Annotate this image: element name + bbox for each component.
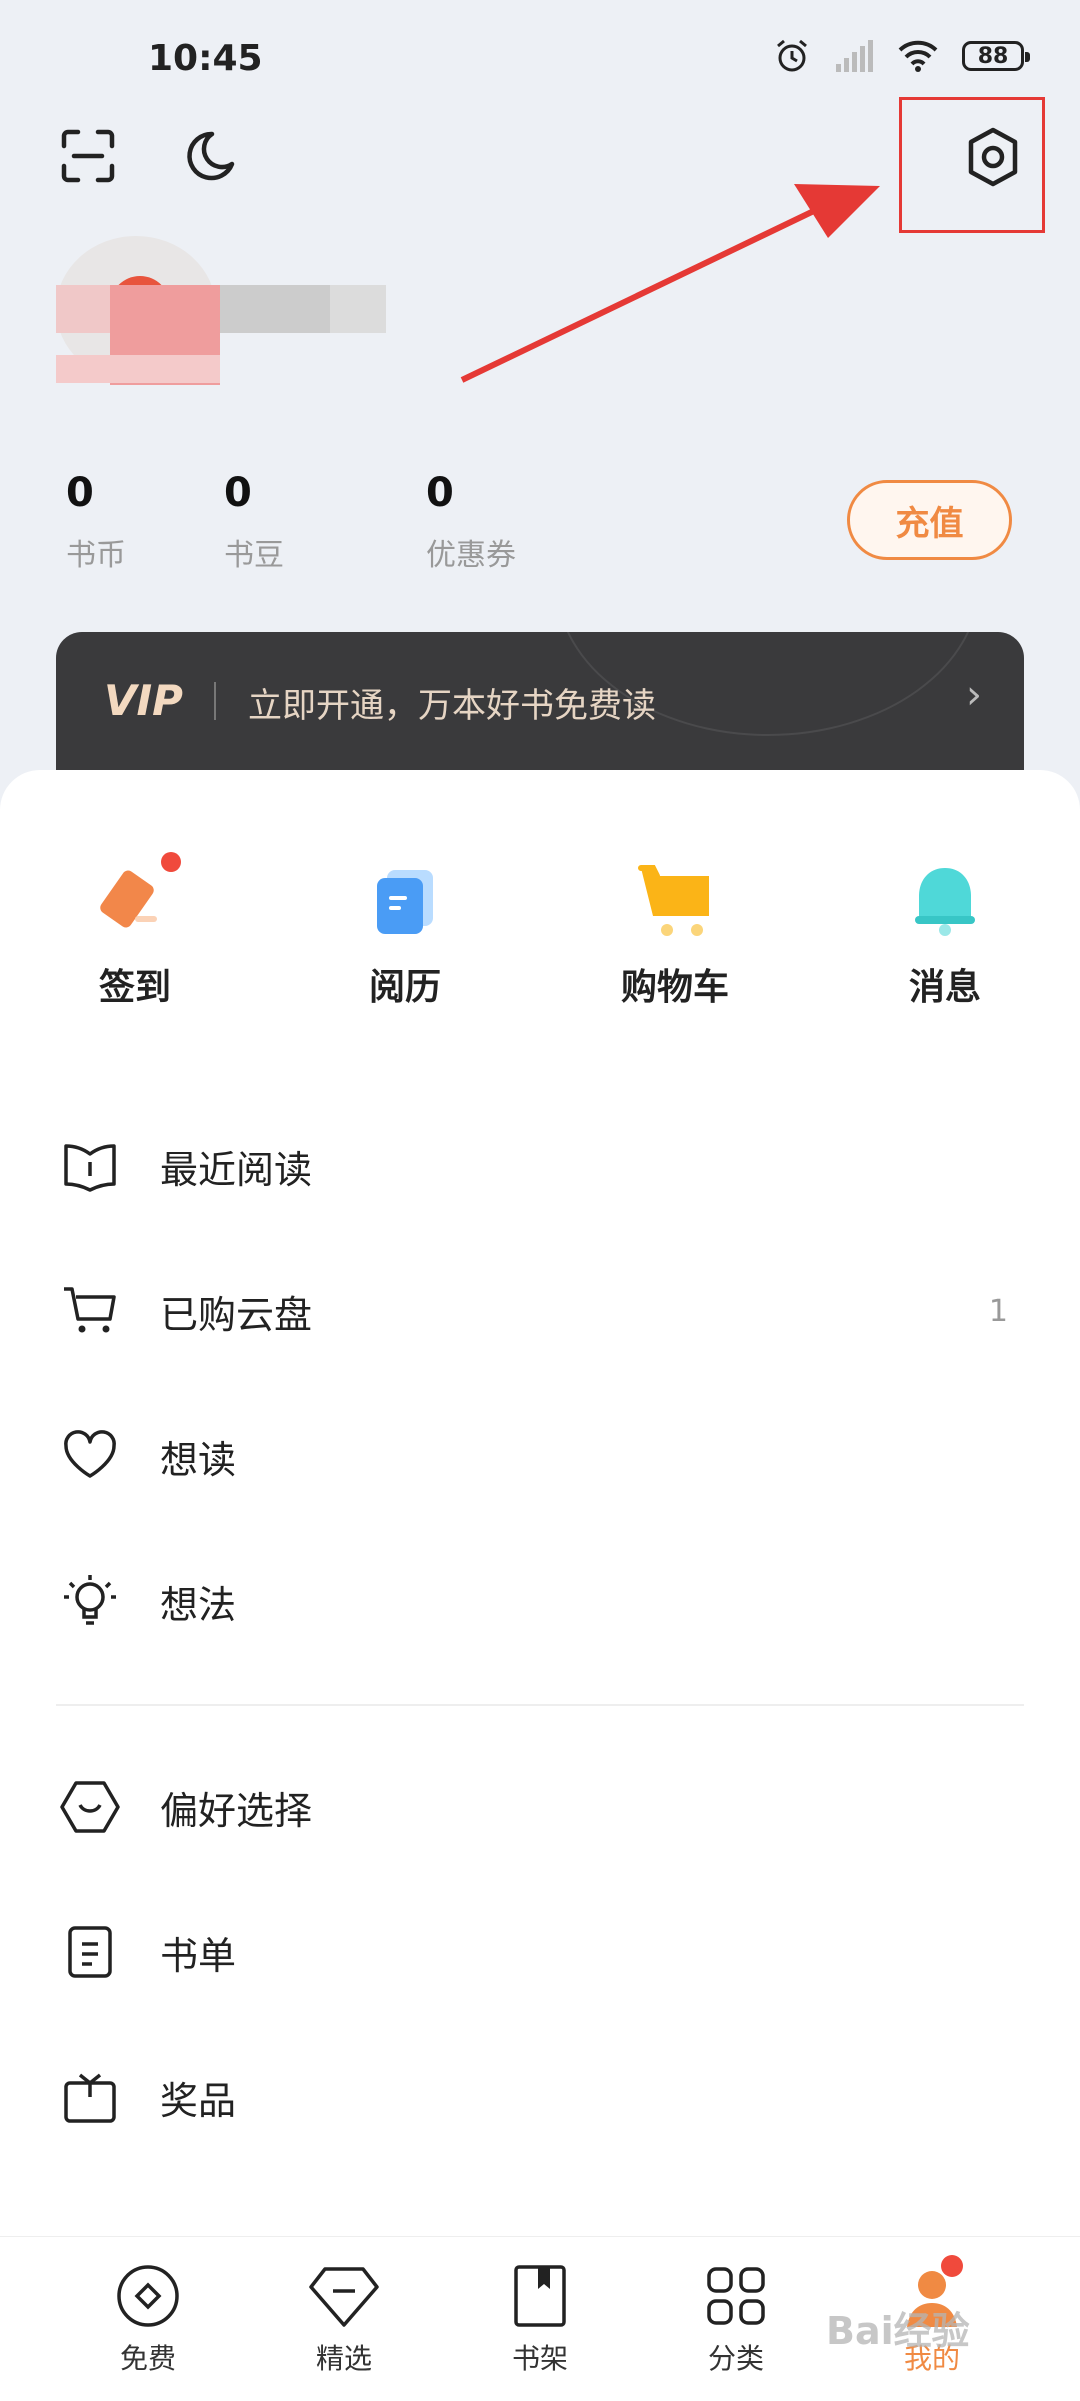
menu-divider	[56, 1704, 1024, 1706]
menu-item-label: 书单	[160, 1933, 237, 1978]
scan-button[interactable]	[56, 124, 120, 188]
wifi-icon	[898, 40, 938, 72]
night-mode-button[interactable]	[178, 124, 242, 188]
signal-icon	[836, 40, 873, 72]
gift-icon	[64, 2073, 116, 2123]
nav-free[interactable]: 免费	[68, 2261, 228, 2377]
vip-separator	[214, 682, 216, 720]
quick-action-label: 购物车	[620, 967, 729, 1008]
menu-item-recent-reading[interactable]: 最近阅读	[0, 1106, 1080, 1226]
vip-logo: VIP	[104, 676, 183, 725]
list-doc-icon	[68, 1926, 112, 1978]
menu-item-book-list[interactable]: 书单	[0, 1892, 1080, 2012]
nav-featured[interactable]: 精选	[264, 2261, 424, 2377]
status-time: 10:45	[148, 38, 263, 79]
menu-item-prizes[interactable]: 奖品	[0, 2037, 1080, 2157]
menu-item-label: 偏好选择	[160, 1788, 313, 1833]
menu-item-preferences[interactable]: 偏好选择	[0, 1747, 1080, 1867]
annotation-highlight-box	[899, 97, 1045, 233]
recharge-button[interactable]: 充值	[847, 480, 1012, 560]
quick-action-label: 消息	[908, 967, 981, 1008]
menu-item-label: 最近阅读	[160, 1147, 313, 1192]
quick-action-cart[interactable]: 购物车	[575, 860, 775, 1010]
stat-value: 0	[426, 470, 454, 516]
nav-label: 书架	[511, 2342, 568, 2375]
quick-action-sign-in[interactable]: 签到	[35, 852, 235, 1010]
stat-label: 书豆	[224, 538, 284, 573]
nav-category[interactable]: 分类	[656, 2261, 816, 2377]
stat-label: 优惠券	[426, 538, 516, 573]
coin-icon	[117, 2265, 179, 2327]
quick-action-label: 签到	[98, 967, 171, 1008]
stat-coupon[interactable]: 0 优惠券	[426, 470, 516, 574]
menu-item-want-to-read[interactable]: 想读	[0, 1396, 1080, 1516]
bell-icon	[915, 868, 975, 936]
menu-item-label: 想法	[160, 1582, 237, 1627]
stat-label: 书币	[66, 538, 126, 573]
vip-promo-text: 立即开通，万本好书免费读	[248, 686, 656, 726]
menu-item-purchased-cloud[interactable]: 已购云盘 1	[0, 1251, 1080, 1371]
quick-action-label: 阅历	[368, 967, 441, 1008]
watermark: Bai经验	[826, 2309, 970, 2353]
diamond-icon	[309, 2267, 379, 2327]
reading-history-icon	[377, 870, 433, 934]
status-icons: 88	[774, 38, 1030, 74]
stat-value: 0	[66, 470, 94, 516]
quick-action-reading-history[interactable]: 阅历	[305, 860, 505, 1010]
cart-outline-icon	[64, 1287, 116, 1333]
badge-dot	[161, 852, 181, 872]
hexagon-smile-icon	[60, 1781, 120, 1833]
username-blurred	[56, 285, 386, 385]
stat-shubi[interactable]: 0 书币	[66, 470, 126, 574]
bookshelf-icon	[514, 2265, 566, 2327]
stat-value: 0	[224, 470, 252, 516]
alarm-icon	[777, 39, 807, 72]
battery-indicator: 88	[962, 41, 1030, 71]
nav-label: 分类	[707, 2342, 764, 2375]
main-card: 签到 阅历 购物车 消息 最近阅读 已购云盘 1 想读 想法 偏好选择 书单 奖…	[0, 770, 1080, 2240]
scan-icon	[61, 129, 115, 183]
heart-icon	[64, 1430, 116, 1478]
quick-action-messages[interactable]: 消息	[845, 860, 1045, 1010]
sign-in-icon	[100, 870, 157, 928]
menu-item-ideas[interactable]: 想法	[0, 1541, 1080, 1661]
book-open-icon	[64, 1144, 116, 1192]
badge-dot	[941, 2255, 963, 2277]
nav-label: 精选	[315, 2342, 372, 2375]
stat-shudou[interactable]: 0 书豆	[224, 470, 284, 574]
menu-item-label: 奖品	[160, 2078, 237, 2123]
nav-label: 免费	[119, 2342, 176, 2375]
nav-bookshelf[interactable]: 书架	[460, 2261, 620, 2377]
menu-item-count: 1	[988, 1293, 1008, 1329]
grid-icon	[707, 2267, 765, 2325]
moon-icon	[187, 131, 235, 181]
menu-item-label: 已购云盘	[160, 1292, 313, 1337]
cart-icon	[638, 865, 709, 936]
chevron-right-icon: ›	[966, 672, 982, 718]
annotation-arrow	[460, 184, 880, 383]
menu-item-label: 想读	[160, 1437, 237, 1482]
lightbulb-icon	[64, 1575, 116, 1625]
